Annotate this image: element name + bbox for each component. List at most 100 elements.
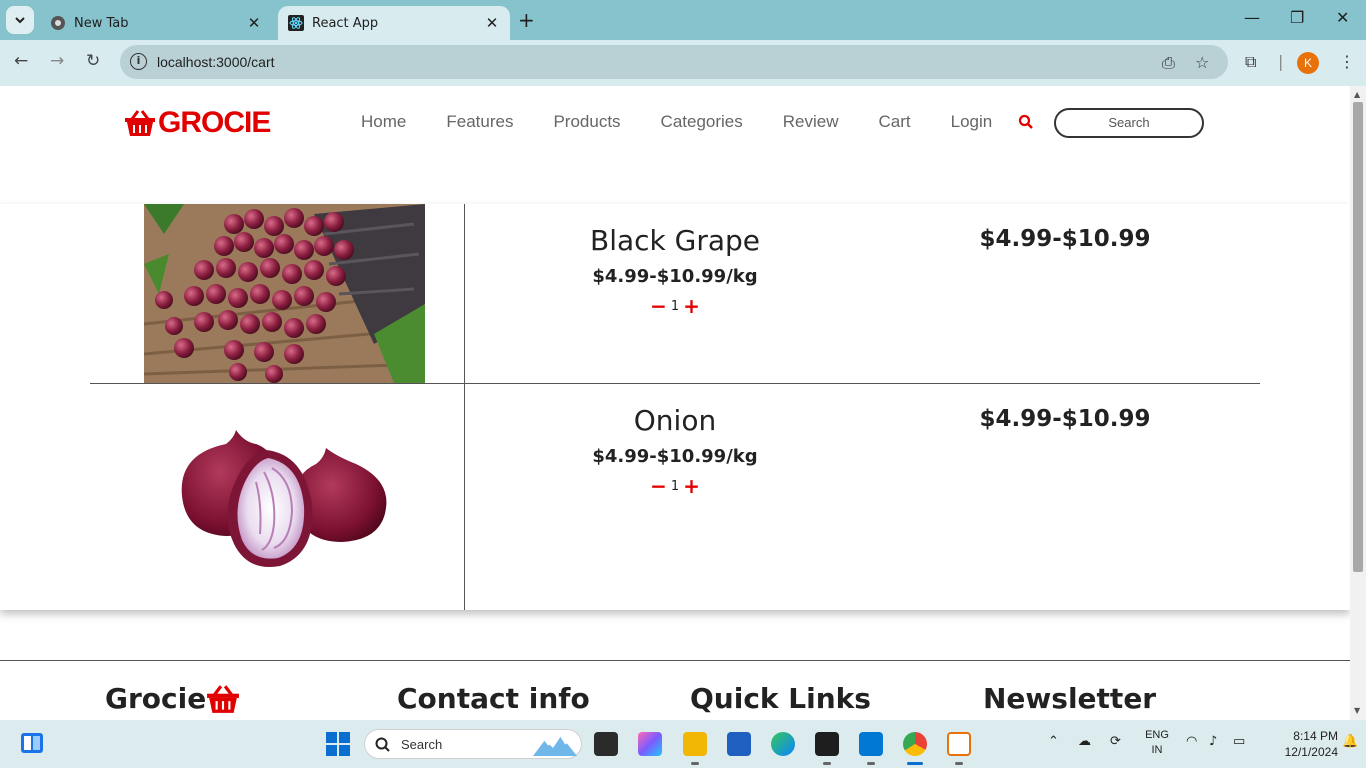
extensions-icon[interactable]: ⧉: [1245, 52, 1256, 72]
copilot-icon[interactable]: [638, 732, 662, 756]
volume-icon[interactable]: ♪: [1209, 734, 1217, 749]
show-hidden-icons-chevron[interactable]: ⌃: [1048, 734, 1059, 749]
nav-home[interactable]: Home: [361, 112, 406, 132]
page-viewport: GROCIE Home Features Products Categories…: [0, 86, 1350, 720]
scroll-down-arrow-icon[interactable]: ▼: [1354, 706, 1360, 715]
nav-cart[interactable]: Cart: [879, 112, 911, 132]
close-window-icon[interactable]: ✕: [1336, 8, 1349, 27]
nav-categories[interactable]: Categories: [661, 112, 743, 132]
cart-row: Onion $4.99-$10.99/kg − 1 + $4.99-$10.99: [0, 384, 1350, 568]
product-total: $4.99-$10.99: [979, 226, 1151, 252]
system-clock[interactable]: 8:14 PM 12/1/2024: [1262, 728, 1338, 760]
basket-icon: [207, 684, 240, 713]
notification-bell-icon[interactable]: 🔔: [1342, 734, 1358, 749]
menu-kebab-icon[interactable]: ⋮: [1339, 52, 1355, 71]
black-grape-image: [144, 204, 425, 383]
microsoft-store-icon[interactable]: [727, 732, 751, 756]
footer-newsletter-title: Newsletter: [983, 682, 1157, 715]
running-indicator: [691, 762, 699, 765]
file-explorer-icon[interactable]: [683, 732, 707, 756]
search-icon: [375, 737, 390, 752]
running-indicator: [867, 762, 875, 765]
quantity-value: 1: [670, 478, 680, 494]
logo-text: GROCIE: [158, 106, 271, 139]
terminal-icon[interactable]: [815, 732, 839, 756]
quantity-value: 1: [670, 298, 680, 314]
browser-tab-strip: New Tab ✕ React App ✕ + — ❐ ✕: [0, 0, 1366, 40]
tab-title: New Tab: [74, 15, 129, 31]
windows-taskbar: Search ⌃ ☁ ⟳ ENG IN ◠ ♪ ▭ 8:14 PM 12/1/2…: [0, 720, 1366, 768]
language-indicator[interactable]: ENG IN: [1140, 728, 1174, 758]
footer-brand: Grocie: [105, 682, 240, 715]
scroll-up-arrow-icon[interactable]: ▲: [1354, 90, 1360, 99]
update-icon[interactable]: ⟳: [1110, 734, 1121, 749]
product-unit-price: $4.99-$10.99/kg: [592, 266, 758, 287]
edge-browser-icon[interactable]: [771, 732, 795, 756]
cart-table: Black Grape $4.99-$10.99/kg − 1 + $4.99-…: [0, 204, 1350, 610]
scrollbar-thumb[interactable]: [1353, 102, 1363, 572]
snipping-tool-icon[interactable]: [947, 732, 971, 756]
tab-title: React App: [312, 15, 379, 31]
close-tab-icon[interactable]: ✕: [482, 14, 502, 32]
vscode-icon[interactable]: [859, 732, 883, 756]
quantity-stepper: − 1 +: [465, 476, 885, 496]
product-total: $4.99-$10.99: [979, 406, 1151, 432]
onion-image: [181, 430, 387, 568]
wifi-icon[interactable]: ◠: [1186, 734, 1197, 749]
footer-quick-links-title: Quick Links: [690, 682, 871, 715]
site-header: GROCIE Home Features Products Categories…: [0, 86, 1350, 204]
tab-react-app[interactable]: React App ✕: [278, 6, 510, 40]
nav-review[interactable]: Review: [783, 112, 839, 132]
footer-brand-text: Grocie: [105, 682, 207, 715]
nav-login[interactable]: Login: [951, 112, 993, 132]
decrease-quantity-button[interactable]: −: [650, 296, 667, 316]
region-text: IN: [1151, 744, 1163, 756]
running-indicator: [823, 762, 831, 765]
product-unit-price: $4.99-$10.99/kg: [592, 446, 758, 467]
back-arrow-icon[interactable]: ←: [14, 51, 28, 71]
running-indicator: [955, 762, 963, 765]
forward-arrow-icon[interactable]: →: [50, 51, 64, 71]
address-bar[interactable]: i localhost:3000/cart ⎙ ☆: [120, 45, 1228, 79]
install-app-icon[interactable]: ⎙: [1162, 53, 1175, 73]
new-tab-plus-icon[interactable]: +: [518, 8, 535, 32]
chevron-down-icon: [15, 17, 25, 24]
language-text: ENG: [1145, 729, 1169, 741]
clock-date: 12/1/2024: [1284, 745, 1338, 759]
restore-icon[interactable]: ❐: [1290, 8, 1304, 27]
url-text[interactable]: localhost:3000/cart: [157, 54, 275, 70]
profile-avatar[interactable]: K: [1297, 52, 1319, 74]
chrome-taskbar-icon[interactable]: [903, 732, 927, 756]
site-info-icon[interactable]: i: [130, 53, 147, 70]
battery-icon[interactable]: ▭: [1233, 734, 1245, 749]
nav-features[interactable]: Features: [446, 112, 513, 132]
search-highlight-icon: [533, 735, 577, 756]
page-scrollbar[interactable]: ▲ ▼: [1350, 86, 1366, 720]
increase-quantity-button[interactable]: +: [683, 296, 700, 316]
bookmark-star-icon[interactable]: ☆: [1195, 53, 1209, 72]
close-tab-icon[interactable]: ✕: [244, 14, 264, 32]
react-icon: [288, 15, 304, 31]
tab-search-dropdown-button[interactable]: [6, 6, 34, 34]
reload-icon[interactable]: ↻: [86, 51, 100, 71]
search-input[interactable]: Search: [1054, 108, 1204, 138]
taskbar-search-label: Search: [401, 737, 443, 752]
increase-quantity-button[interactable]: +: [683, 476, 700, 496]
taskbar-search-box[interactable]: Search: [364, 729, 582, 759]
basket-icon: [125, 110, 155, 136]
site-logo[interactable]: GROCIE: [124, 106, 271, 140]
task-view-icon[interactable]: [594, 732, 618, 756]
browser-toolbar: ← → ↻ i localhost:3000/cart ⎙ ☆ ⧉ | K ⋮: [0, 40, 1366, 86]
widgets-icon[interactable]: [20, 732, 44, 758]
search-icon[interactable]: [1018, 114, 1034, 134]
tab-new-tab[interactable]: New Tab ✕: [40, 6, 272, 40]
product-name: Black Grape: [589, 224, 761, 257]
nav-products[interactable]: Products: [553, 112, 620, 132]
decrease-quantity-button[interactable]: −: [650, 476, 667, 496]
windows-start-icon[interactable]: [326, 732, 350, 760]
active-indicator: [907, 762, 923, 765]
onedrive-sync-icon[interactable]: ☁: [1078, 734, 1091, 749]
footer-divider: [0, 660, 1350, 661]
chrome-icon: [50, 15, 66, 31]
minimize-icon[interactable]: —: [1244, 8, 1260, 27]
